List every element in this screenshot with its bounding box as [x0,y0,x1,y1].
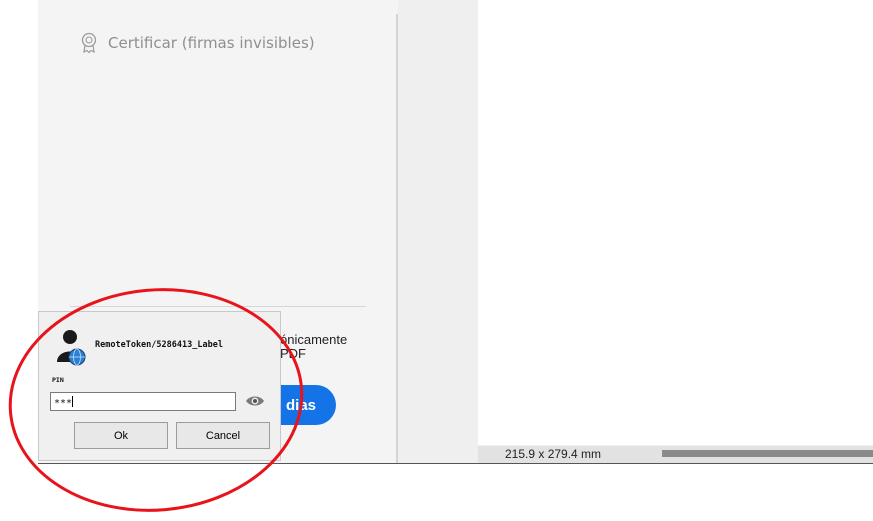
pin-input[interactable]: *** [50,392,236,411]
user-globe-icon [57,330,86,366]
text-caret [72,396,74,407]
promo-text: ónicamente PDF [280,333,347,361]
eye-icon[interactable] [245,394,265,408]
certify-invisible-label: Certificar (firmas invisibles) [108,34,315,52]
ok-button[interactable]: Ok [74,422,168,449]
dialog-title: RemoteToken/5286413_Label [95,340,223,350]
cancel-button[interactable]: Cancel [176,422,270,449]
pin-label: PIN [52,376,64,384]
certificate-badge-icon [81,32,97,54]
promo-line-2: PDF [280,346,306,361]
certify-invisible-option[interactable]: Certificar (firmas invisibles) [80,30,315,56]
page-size-label: 215.9 x 279.4 mm [505,447,602,461]
ok-button-label: Ok [113,429,129,442]
panel-divider [70,306,366,307]
pin-value: *** [54,398,73,409]
document-page[interactable] [478,0,873,445]
promo-line-1: ónicamente [280,332,348,347]
horizontal-scrollbar[interactable] [662,450,873,457]
pin-dialog: RemoteToken/5286413_Label PIN *** Ok Can… [38,311,281,461]
primary-action-label: dias [285,396,316,414]
window-bottom-edge [38,463,873,464]
cancel-button-label: Cancel [205,429,241,442]
